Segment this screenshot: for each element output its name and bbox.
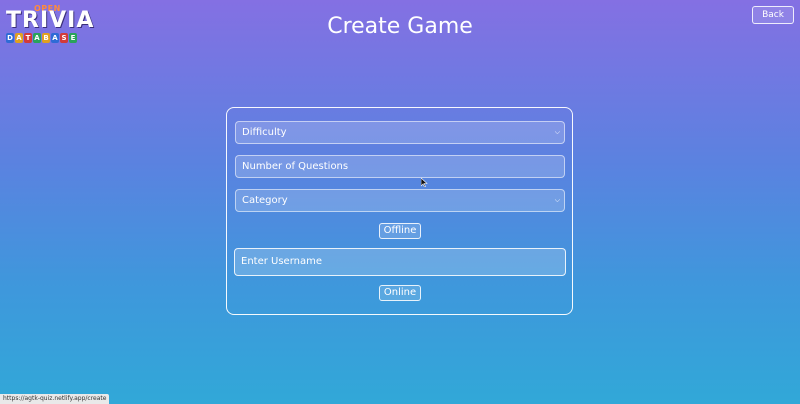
mouse-cursor-icon bbox=[421, 178, 428, 187]
offline-button[interactable]: Offline bbox=[379, 223, 421, 239]
create-game-form: Difficulty ⌵ Number of Questions Categor… bbox=[226, 107, 573, 315]
username-placeholder: Enter Username bbox=[241, 256, 322, 267]
difficulty-select[interactable]: Difficulty ⌵ bbox=[235, 121, 565, 144]
back-button[interactable]: Back bbox=[752, 6, 794, 24]
status-bar-url: https://agtk-quiz.netlify.app/create bbox=[0, 394, 110, 404]
number-of-questions-placeholder: Number of Questions bbox=[242, 161, 349, 172]
username-input[interactable]: Enter Username bbox=[234, 248, 566, 276]
online-button[interactable]: Online bbox=[379, 285, 421, 301]
chevron-down-icon: ⌵ bbox=[554, 128, 560, 136]
page-title: Create Game bbox=[327, 14, 473, 39]
chevron-down-icon: ⌵ bbox=[554, 196, 560, 204]
category-select[interactable]: Category ⌵ bbox=[235, 189, 565, 212]
difficulty-select-value: Difficulty bbox=[242, 127, 287, 138]
number-of-questions-input[interactable]: Number of Questions bbox=[235, 155, 565, 178]
category-select-value: Category bbox=[242, 195, 288, 206]
